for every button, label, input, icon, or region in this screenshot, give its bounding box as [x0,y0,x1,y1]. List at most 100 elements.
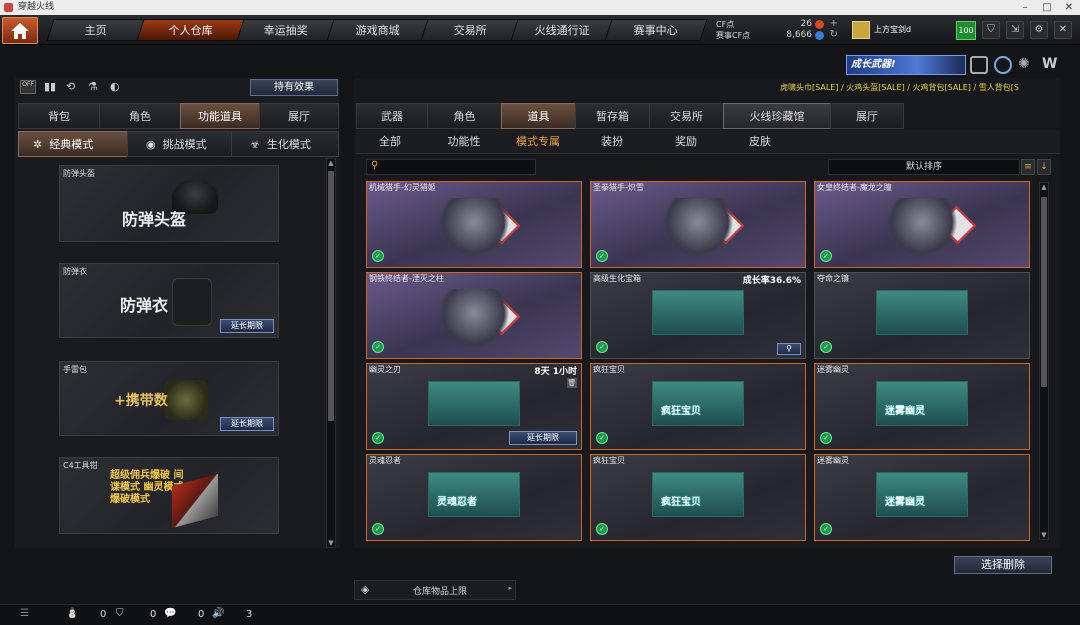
menu-icon[interactable]: ☰ [20,608,29,619]
holding-effects-button[interactable]: 持有效果 [250,79,338,96]
nav-tab-warehouse[interactable]: 个人仓库 [136,19,246,41]
item-card[interactable]: 幽灵之刃 8天 1小时 ✓ 延长期限 🗑 [366,363,582,450]
sync-icon[interactable]: ⟲ [66,80,80,94]
left-tab-character[interactable]: 角色 [99,103,181,129]
gear-icon[interactable]: ⚙ [1030,21,1048,39]
left-tab-bag[interactable]: 背包 [18,103,100,129]
character-portrait [439,289,509,349]
item-card[interactable]: 女皇终结者-魔龙之瞳 ✓ [814,181,1030,268]
left-scroll-thumb[interactable] [328,171,334,421]
subtab-all[interactable]: 全部 [356,131,424,153]
right-tab-storage[interactable]: 暂存箱 [575,103,650,129]
item-card[interactable]: 疯狂宝贝 疯狂宝贝 ✓ [590,454,806,541]
growth-weapon-banner[interactable]: 成长武器! [846,55,966,75]
burst-icon[interactable]: ✺ [1018,56,1036,74]
item-card-c4-pliers[interactable]: C4工具钳 超级佣兵爆破 间谍模式 幽灵模式 爆破模式 [59,457,279,534]
item-artwork: 疯狂宝贝 [652,472,744,517]
mode-tab-challenge[interactable]: ◉ 挑战模式 [127,131,232,157]
mode-tab-biohazard-label: 生化模式 [266,138,311,151]
left-tab-showroom[interactable]: 展厅 [259,103,339,129]
item-card[interactable]: 迷雾幽灵 迷雾幽灵 ✓ [814,363,1030,450]
off-toggle-icon[interactable]: OFF [20,80,36,94]
close-button[interactable]: ✕ [1058,0,1080,15]
subtab-mode-exclusive[interactable]: 模式专属 [504,131,572,153]
nav-tab-home[interactable]: 主页 [46,19,146,41]
storage-limit-bar[interactable]: ◈ 仓库物品上限 ▸ [354,580,516,600]
right-tab-items[interactable]: 道具 [501,103,576,129]
mode-check-icon: ✓ [596,250,608,262]
wand-icon[interactable]: ⚗ [88,80,102,94]
search-box[interactable]: ⚲ [366,159,536,175]
sort-dropdown[interactable]: 默认排序 [828,159,1020,175]
chat-icon[interactable]: 💬 [164,608,176,619]
mouse-icon[interactable]: ◐ [110,80,124,94]
scroll-up-icon[interactable]: ▲ [1040,183,1048,191]
add-cf-icon[interactable]: + [830,18,838,29]
minimize-button[interactable]: – [1014,0,1036,15]
guild-shield-icon[interactable]: ⛉ [116,608,124,619]
home-button[interactable] [2,17,38,44]
exit-icon[interactable]: ⇲ [1006,21,1024,39]
mode-tab-biohazard[interactable]: ☣ 生化模式 [231,131,339,157]
left-tab-function-items[interactable]: 功能道具 [180,103,260,129]
list-view-icon[interactable]: ≡ [1021,159,1035,175]
volume-icon[interactable]: 🔊 [212,608,224,619]
item-card-helmet[interactable]: 防弹头盔 防弹头盔 [59,165,279,242]
refresh-icon[interactable]: ↻ [830,29,838,40]
right-tab-exchange[interactable]: 交易所 [649,103,724,129]
search-input[interactable] [385,161,530,173]
item-card[interactable]: 迷雾幽灵 迷雾幽灵 ✓ [814,454,1030,541]
w-logo-icon[interactable]: W [1042,56,1060,74]
nav-tab-events[interactable]: 赛事中心 [604,19,708,41]
item-card[interactable]: 高级生化宝箱 成长率36.6% ✓ ⚲ [590,272,806,359]
right-tab-weapons[interactable]: 武器 [356,103,428,129]
extend-button[interactable]: 延长期限 [220,417,274,431]
item-card[interactable]: 机械猎手-幻灵猎姬 ✓ [366,181,582,268]
preview-zoom-icon[interactable]: ⚲ [777,343,801,355]
nav-tab-exchange[interactable]: 交易所 [420,19,520,41]
expand-arrow-icon: ▸ [508,584,512,592]
item-card-grenade-pack[interactable]: 手雷包 +携带数 延长期限 [59,361,279,436]
target-icon[interactable] [994,56,1012,74]
emblem-icon[interactable] [970,56,988,74]
right-tab-showroom[interactable]: 展厅 [830,103,904,129]
item-card-vest[interactable]: 防弹衣 防弹衣 延长期限 [59,263,279,338]
right-tab-collection[interactable]: 火线珍藏馆 [723,103,831,129]
item-card[interactable]: 夺命之镰 ✓ [814,272,1030,359]
sale-ticker[interactable]: 虎啸头巾[SALE] / 火鸡头盔[SALE] / 火鸡背包[SALE] / 雪… [780,82,1060,94]
username[interactable]: 上方宝剑d [874,24,911,35]
nav-tab-lottery[interactable]: 幸运抽奖 [236,19,336,41]
item-card[interactable]: 钢铁终结者-湮灭之柱 ✓ [366,272,582,359]
nav-tab-shop[interactable]: 游戏商城 [326,19,430,41]
item-name: 疯狂宝贝 [593,456,625,465]
item-card[interactable]: 圣拳猎手-炽雪 ✓ [590,181,806,268]
subtab-dressup[interactable]: 装扮 [578,131,646,153]
subtab-rewards[interactable]: 奖励 [652,131,720,153]
right-scroll-thumb[interactable] [1041,197,1047,387]
subtab-skins[interactable]: 皮肤 [726,131,794,153]
subtab-functional[interactable]: 功能性 [430,131,498,153]
select-delete-button[interactable]: 选择删除 [954,556,1052,574]
friends-icon[interactable]: ⛄ [66,608,78,619]
nav-tab-pass[interactable]: 火线通行证 [510,19,614,41]
close-icon[interactable]: ✕ [1054,21,1072,39]
shield-icon[interactable]: ⛉ [982,21,1000,39]
extend-button[interactable]: 延长期限 [220,319,274,333]
extend-button[interactable]: 延长期限 [509,431,577,445]
item-card[interactable]: 灵魂忍者 灵魂忍者 ✓ [366,454,582,541]
right-tab-characters[interactable]: 角色 [427,103,502,129]
status-bar: ☰ ⛄ 0 ⛉ 0 💬 0 🔊 3 [0,604,1080,625]
trash-icon[interactable]: 🗑 [567,378,577,388]
mode-tab-classic[interactable]: ✲ 经典模式 [18,131,128,157]
left-scrollbar[interactable]: ▲ ▼ [326,158,336,548]
bar-chart-icon[interactable]: ▮▮ [44,80,58,94]
scroll-down-icon[interactable]: ▼ [327,539,335,547]
scroll-up-icon[interactable]: ▲ [327,159,335,167]
maximize-button[interactable]: □ [1036,0,1058,15]
sort-down-icon[interactable]: ↓ [1037,159,1051,175]
scroll-down-icon[interactable]: ▼ [1040,531,1048,539]
item-card[interactable]: 疯狂宝贝 疯狂宝贝 ✓ [590,363,806,450]
classic-mode-icon: ✲ [33,138,43,151]
biohazard-mode-icon: ☣ [250,138,260,151]
right-scrollbar[interactable]: ▲ ▼ [1039,182,1049,540]
